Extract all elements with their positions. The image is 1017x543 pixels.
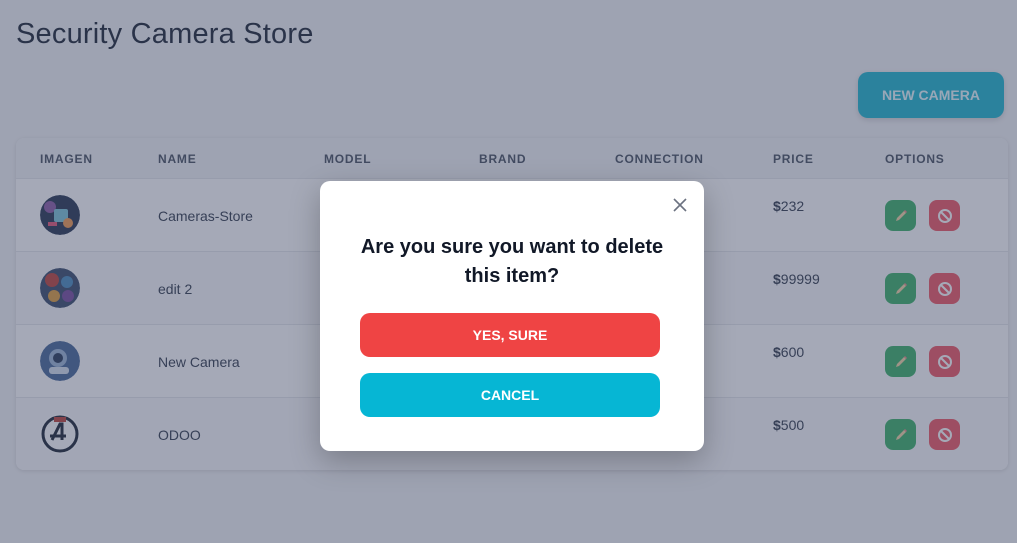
close-button[interactable] (670, 195, 690, 215)
confirm-delete-button[interactable]: YES, SURE (360, 313, 660, 357)
cancel-button[interactable]: CANCEL (360, 373, 660, 417)
close-icon (673, 198, 687, 212)
dialog-message: Are you sure you want to delete this ite… (360, 236, 664, 287)
delete-confirmation-dialog: Are you sure you want to delete this ite… (320, 181, 704, 451)
